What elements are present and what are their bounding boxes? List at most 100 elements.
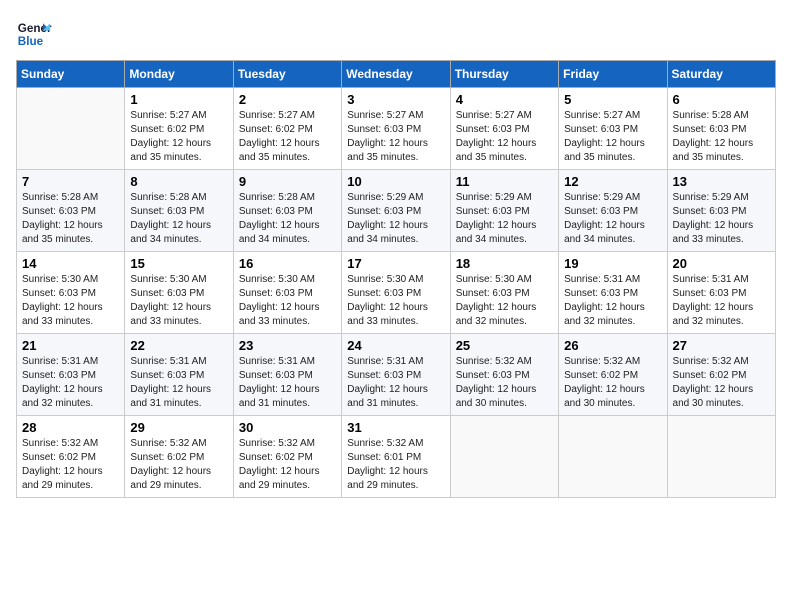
day-number: 12	[564, 174, 661, 189]
calendar-cell: 24 Sunrise: 5:31 AMSunset: 6:03 PMDayligh…	[342, 334, 450, 416]
calendar-cell: 9 Sunrise: 5:28 AMSunset: 6:03 PMDaylight…	[233, 170, 341, 252]
day-info: Sunrise: 5:32 AMSunset: 6:03 PMDaylight:…	[456, 355, 553, 411]
day-info: Sunrise: 5:28 AMSunset: 6:03 PMDaylight:…	[239, 191, 336, 247]
calendar-week-row: 21Sunrise: 5:31 AMSunset: 6:03 PMDayligh…	[17, 334, 776, 416]
calendar-cell: 7 Sunrise: 5:28 AMSunset: 6:03 PMDaylight…	[17, 170, 125, 252]
day-info: Sunrise: 5:27 AMSunset: 6:03 PMDaylight:…	[564, 109, 661, 165]
day-info: Sunrise: 5:31 AMSunset: 6:03 PMDaylight:…	[239, 355, 336, 411]
calendar-cell: 3Sunrise: 5:27 AMSunset: 6:03 PMDaylight…	[342, 88, 450, 170]
calendar-cell: 31 Sunrise: 5:32 AMSunset: 6:01 PMDayligh…	[342, 416, 450, 498]
day-number: 7	[22, 174, 119, 189]
calendar-week-row: 1 Sunrise: 5:27 AMSunset: 6:02 PMDaylight…	[17, 88, 776, 170]
calendar-cell: 15 Sunrise: 5:30 AMSunset: 6:03 PMDayligh…	[125, 252, 233, 334]
page-header: General Blue	[16, 16, 776, 52]
day-number: 2	[239, 92, 336, 107]
calendar-week-row: 14Sunrise: 5:30 AMSunset: 6:03 PMDayligh…	[17, 252, 776, 334]
day-number: 10	[347, 174, 444, 189]
calendar-cell: 5 Sunrise: 5:27 AMSunset: 6:03 PMDaylight…	[559, 88, 667, 170]
logo-icon: General Blue	[16, 16, 52, 52]
calendar-cell: 12Sunrise: 5:29 AMSunset: 6:03 PMDayligh…	[559, 170, 667, 252]
calendar-cell: 22 Sunrise: 5:31 AMSunset: 6:03 PMDayligh…	[125, 334, 233, 416]
day-number: 31	[347, 420, 444, 435]
calendar-cell: 10 Sunrise: 5:29 AMSunset: 6:03 PMDayligh…	[342, 170, 450, 252]
day-number: 16	[239, 256, 336, 271]
day-info: Sunrise: 5:31 AMSunset: 6:03 PMDaylight:…	[130, 355, 227, 411]
day-info: Sunrise: 5:31 AMSunset: 6:03 PMDaylight:…	[673, 273, 770, 329]
calendar-cell: 8 Sunrise: 5:28 AMSunset: 6:03 PMDaylight…	[125, 170, 233, 252]
day-info: Sunrise: 5:28 AMSunset: 6:03 PMDaylight:…	[673, 109, 770, 165]
day-number: 29	[130, 420, 227, 435]
calendar-cell: 4 Sunrise: 5:27 AMSunset: 6:03 PMDaylight…	[450, 88, 558, 170]
day-number: 13	[673, 174, 770, 189]
calendar-cell: 20 Sunrise: 5:31 AMSunset: 6:03 PMDayligh…	[667, 252, 775, 334]
day-number: 26	[564, 338, 661, 353]
day-info: Sunrise: 5:32 AMSunset: 6:02 PMDaylight:…	[130, 437, 227, 493]
calendar-cell: 17 Sunrise: 5:30 AMSunset: 6:03 PMDayligh…	[342, 252, 450, 334]
calendar-cell: 19Sunrise: 5:31 AMSunset: 6:03 PMDayligh…	[559, 252, 667, 334]
calendar-cell	[559, 416, 667, 498]
calendar-cell: 18Sunrise: 5:30 AMSunset: 6:03 PMDayligh…	[450, 252, 558, 334]
day-number: 20	[673, 256, 770, 271]
day-number: 19	[564, 256, 661, 271]
logo: General Blue	[16, 16, 52, 52]
calendar-cell: 13 Sunrise: 5:29 AMSunset: 6:03 PMDayligh…	[667, 170, 775, 252]
calendar-cell: 11Sunrise: 5:29 AMSunset: 6:03 PMDayligh…	[450, 170, 558, 252]
day-number: 25	[456, 338, 553, 353]
calendar-cell: 27 Sunrise: 5:32 AMSunset: 6:02 PMDayligh…	[667, 334, 775, 416]
day-info: Sunrise: 5:30 AMSunset: 6:03 PMDaylight:…	[130, 273, 227, 329]
weekday-header-row: SundayMondayTuesdayWednesdayThursdayFrid…	[17, 61, 776, 88]
calendar-cell: 30Sunrise: 5:32 AMSunset: 6:02 PMDayligh…	[233, 416, 341, 498]
day-info: Sunrise: 5:28 AMSunset: 6:03 PMDaylight:…	[22, 191, 119, 247]
weekday-header-tuesday: Tuesday	[233, 61, 341, 88]
day-info: Sunrise: 5:29 AMSunset: 6:03 PMDaylight:…	[456, 191, 553, 247]
day-info: Sunrise: 5:27 AMSunset: 6:02 PMDaylight:…	[130, 109, 227, 165]
weekday-header-sunday: Sunday	[17, 61, 125, 88]
day-number: 27	[673, 338, 770, 353]
calendar-week-row: 7 Sunrise: 5:28 AMSunset: 6:03 PMDaylight…	[17, 170, 776, 252]
weekday-header-wednesday: Wednesday	[342, 61, 450, 88]
day-info: Sunrise: 5:29 AMSunset: 6:03 PMDaylight:…	[673, 191, 770, 247]
calendar-cell: 14Sunrise: 5:30 AMSunset: 6:03 PMDayligh…	[17, 252, 125, 334]
day-info: Sunrise: 5:31 AMSunset: 6:03 PMDaylight:…	[347, 355, 444, 411]
weekday-header-monday: Monday	[125, 61, 233, 88]
day-number: 18	[456, 256, 553, 271]
calendar-cell: 16 Sunrise: 5:30 AMSunset: 6:03 PMDayligh…	[233, 252, 341, 334]
day-info: Sunrise: 5:28 AMSunset: 6:03 PMDaylight:…	[130, 191, 227, 247]
weekday-header-saturday: Saturday	[667, 61, 775, 88]
day-number: 17	[347, 256, 444, 271]
day-number: 9	[239, 174, 336, 189]
day-info: Sunrise: 5:30 AMSunset: 6:03 PMDaylight:…	[239, 273, 336, 329]
day-number: 28	[22, 420, 119, 435]
calendar-cell: 2 Sunrise: 5:27 AMSunset: 6:02 PMDaylight…	[233, 88, 341, 170]
svg-text:Blue: Blue	[18, 35, 44, 48]
day-info: Sunrise: 5:32 AMSunset: 6:02 PMDaylight:…	[22, 437, 119, 493]
calendar-cell: 23 Sunrise: 5:31 AMSunset: 6:03 PMDayligh…	[233, 334, 341, 416]
day-number: 4	[456, 92, 553, 107]
day-number: 1	[130, 92, 227, 107]
day-info: Sunrise: 5:29 AMSunset: 6:03 PMDaylight:…	[347, 191, 444, 247]
day-number: 22	[130, 338, 227, 353]
calendar-cell: 29 Sunrise: 5:32 AMSunset: 6:02 PMDayligh…	[125, 416, 233, 498]
weekday-header-thursday: Thursday	[450, 61, 558, 88]
calendar-cell: 26 Sunrise: 5:32 AMSunset: 6:02 PMDayligh…	[559, 334, 667, 416]
calendar-cell: 6 Sunrise: 5:28 AMSunset: 6:03 PMDaylight…	[667, 88, 775, 170]
day-number: 15	[130, 256, 227, 271]
day-info: Sunrise: 5:32 AMSunset: 6:01 PMDaylight:…	[347, 437, 444, 493]
calendar-cell	[667, 416, 775, 498]
day-number: 5	[564, 92, 661, 107]
calendar-cell: 25 Sunrise: 5:32 AMSunset: 6:03 PMDayligh…	[450, 334, 558, 416]
day-info: Sunrise: 5:27 AMSunset: 6:02 PMDaylight:…	[239, 109, 336, 165]
day-info: Sunrise: 5:31 AMSunset: 6:03 PMDaylight:…	[22, 355, 119, 411]
day-info: Sunrise: 5:32 AMSunset: 6:02 PMDaylight:…	[673, 355, 770, 411]
day-number: 6	[673, 92, 770, 107]
day-info: Sunrise: 5:32 AMSunset: 6:02 PMDaylight:…	[564, 355, 661, 411]
calendar-table: SundayMondayTuesdayWednesdayThursdayFrid…	[16, 60, 776, 498]
weekday-header-friday: Friday	[559, 61, 667, 88]
calendar-cell: 21Sunrise: 5:31 AMSunset: 6:03 PMDayligh…	[17, 334, 125, 416]
day-number: 8	[130, 174, 227, 189]
day-number: 23	[239, 338, 336, 353]
day-number: 24	[347, 338, 444, 353]
day-info: Sunrise: 5:30 AMSunset: 6:03 PMDaylight:…	[347, 273, 444, 329]
calendar-week-row: 28 Sunrise: 5:32 AMSunset: 6:02 PMDayligh…	[17, 416, 776, 498]
day-info: Sunrise: 5:27 AMSunset: 6:03 PMDaylight:…	[456, 109, 553, 165]
